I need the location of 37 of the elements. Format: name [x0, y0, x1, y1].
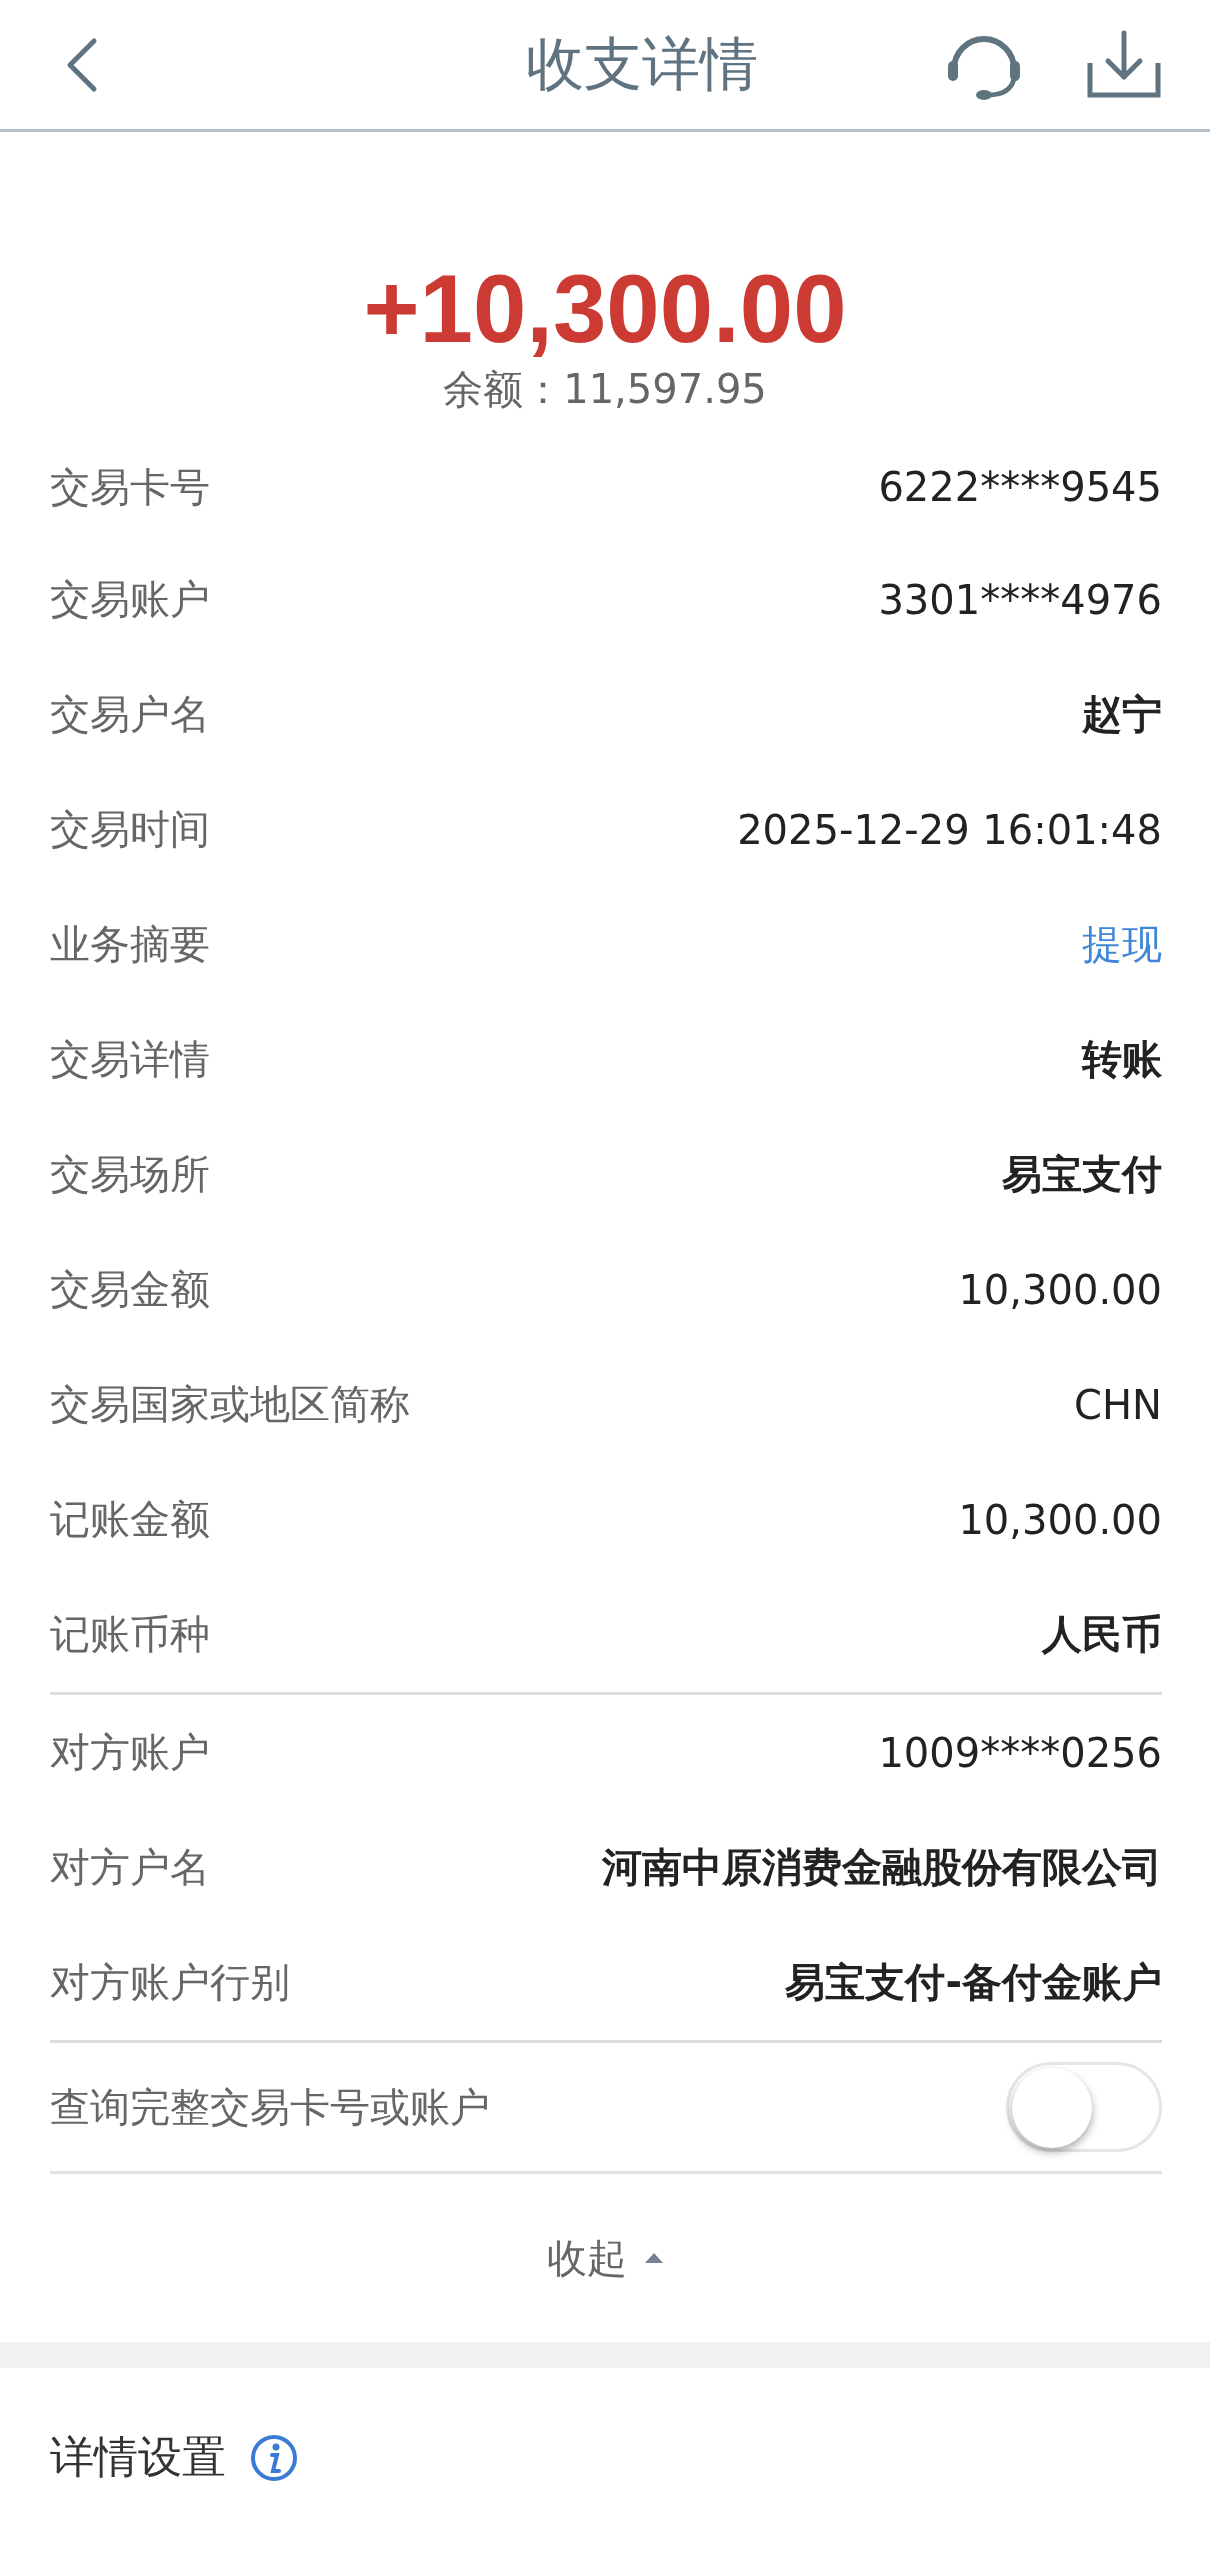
field-label: 业务摘要 — [50, 920, 210, 969]
page-title: 收支详情 — [526, 28, 758, 100]
field-label: 交易金额 — [50, 1265, 210, 1314]
field-label: 记账金额 — [50, 1495, 210, 1544]
field-label: 对方户名 — [50, 1843, 210, 1892]
field-value: 赵宁 — [1082, 690, 1162, 739]
field-label: 交易场所 — [50, 1150, 210, 1199]
field-label: 交易时间 — [50, 805, 210, 854]
download-icon[interactable] — [1086, 28, 1162, 101]
field-label: 交易详情 — [50, 1035, 210, 1084]
field-value: 易宝支付-备付金账户 — [785, 1958, 1162, 2007]
field-value: 10,300.00 — [958, 1266, 1162, 1313]
info-icon[interactable] — [250, 2433, 298, 2482]
field-value: 河南中原消费金融股份有限公司 — [602, 1843, 1162, 1892]
field-label: 对方账户行别 — [50, 1958, 290, 2007]
balance: 余额：11,597.95 — [443, 365, 767, 414]
amount: +10,300.00 — [363, 254, 847, 364]
field-value: CHN — [1074, 1381, 1162, 1428]
section-title: 详情设置 — [50, 2430, 226, 2484]
field-label: 对方账户 — [50, 1728, 210, 1777]
field-label: 交易户名 — [50, 690, 210, 739]
field-value: 1009****0256 — [878, 1729, 1162, 1776]
field-value: 2025-12-29 16:01:48 — [737, 806, 1162, 853]
field-label: 记账币种 — [50, 1610, 210, 1659]
field-label: 交易国家或地区简称 — [50, 1380, 410, 1429]
toggle-label: 查询完整交易卡号或账户 — [50, 2082, 490, 2132]
field-value: 易宝支付 — [1002, 1150, 1162, 1199]
field-value: 3301****4976 — [878, 576, 1162, 623]
field-value: 人民币 — [1042, 1610, 1162, 1659]
value-link[interactable]: 提现 — [1082, 917, 1162, 972]
field-label: 交易卡号 — [50, 462, 210, 512]
field-value: 转账 — [1082, 1035, 1162, 1084]
collapse-button[interactable]: 收起 — [547, 2230, 665, 2286]
field-label: 交易账户 — [50, 575, 210, 624]
caret-up-icon — [643, 2251, 665, 2265]
field-value: 6222****9545 — [878, 464, 1162, 510]
field-value: 10,300.00 — [958, 1496, 1162, 1543]
